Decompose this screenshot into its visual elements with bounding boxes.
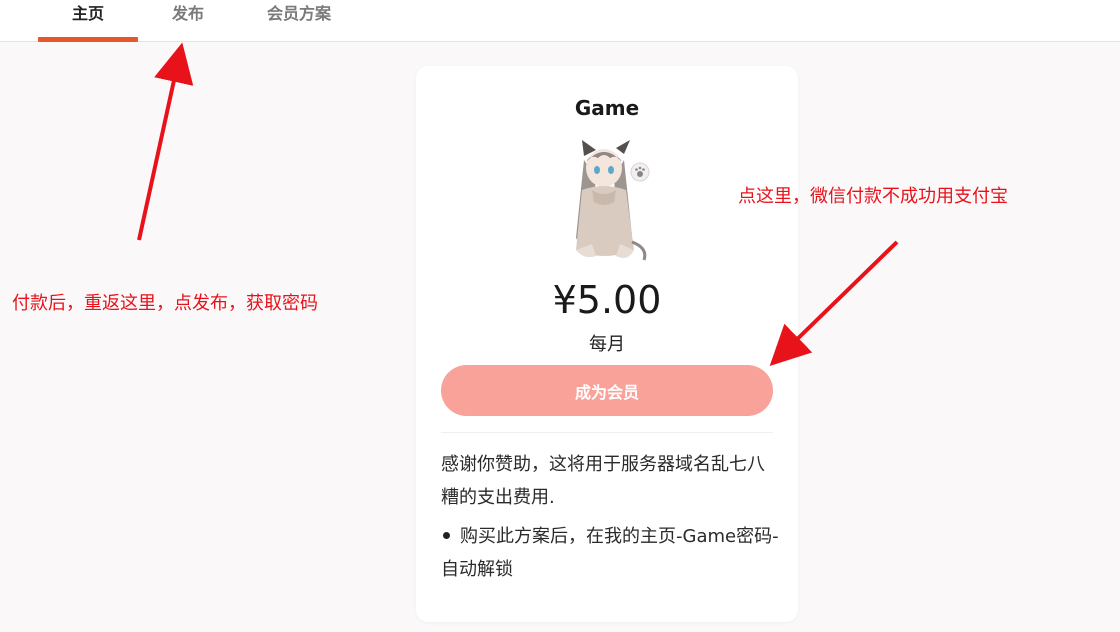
become-member-button[interactable]: 成为会员 <box>441 365 773 416</box>
active-tab-indicator <box>38 37 138 42</box>
tab-home[interactable]: 主页 <box>38 0 138 42</box>
plan-benefit-item: 购买此方案后，在我的主页-Game密码-自动解锁 <box>441 520 781 586</box>
plan-avatar-image <box>576 140 650 261</box>
divider <box>441 432 773 433</box>
plan-price: ¥5.00 <box>552 278 662 322</box>
tab-publish[interactable]: 发布 <box>150 0 226 42</box>
plan-description: 感谢你赞助，这将用于服务器域名乱七八糟的支出费用. <box>441 454 765 508</box>
top-navigation: 主页 发布 会员方案 <box>0 0 1120 42</box>
arrow-to-publish-tab <box>137 42 194 241</box>
annotation-left-note: 付款后，重返这里，点发布，获取密码 <box>12 293 318 314</box>
plan-title: Game <box>574 96 640 120</box>
plan-benefit-text: 购买此方案后，在我的主页-Game密码-自动解锁 <box>441 526 779 580</box>
membership-plan-card: Game ¥5.00 每月 成为会员 感谢你赞助，这将用于服务器域名乱七八糟的支… <box>416 66 798 622</box>
billing-period: 每月 <box>589 334 625 355</box>
bullet-icon <box>443 532 450 539</box>
annotation-right-note: 点这里，微信付款不成功用支付宝 <box>738 186 1008 207</box>
tab-membership-plans[interactable]: 会员方案 <box>244 0 354 42</box>
arrow-to-join-button <box>769 240 899 366</box>
